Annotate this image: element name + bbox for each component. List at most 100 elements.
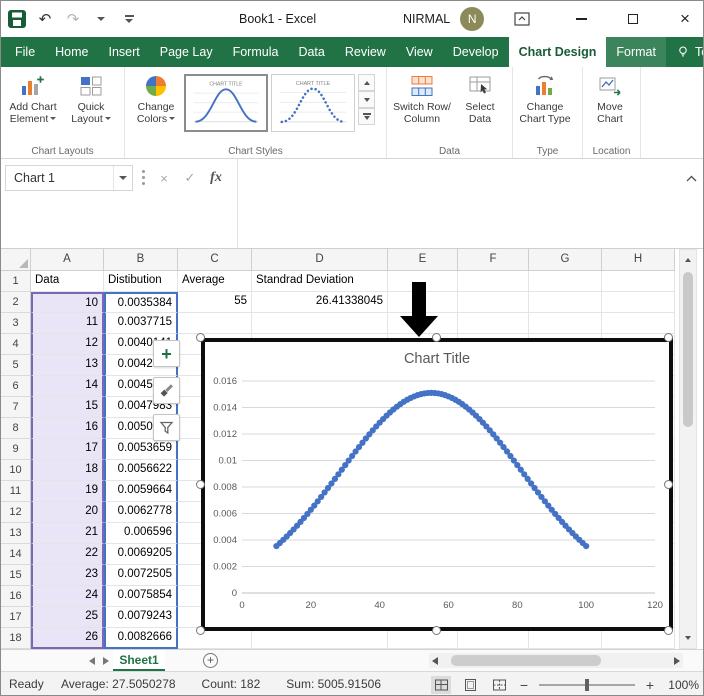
- cell-B10[interactable]: 0.0056622: [104, 460, 178, 481]
- cell-A7[interactable]: 15: [31, 397, 104, 418]
- row-header-9[interactable]: 9: [1, 439, 31, 460]
- cell-B9[interactable]: 0.0053659: [104, 439, 178, 460]
- cell-A10[interactable]: 18: [31, 460, 104, 481]
- cell-B11[interactable]: 0.0059664: [104, 481, 178, 502]
- row-header-1[interactable]: 1: [1, 271, 31, 292]
- collapse-formula-bar-button[interactable]: [684, 171, 698, 185]
- add-chart-element-button[interactable]: Add Chart Element: [4, 70, 62, 145]
- cell-A12[interactable]: 20: [31, 502, 104, 523]
- row-header-7[interactable]: 7: [1, 397, 31, 418]
- gallery-scroll-up-button[interactable]: [358, 74, 375, 91]
- cell-B18[interactable]: 0.0082666: [104, 628, 178, 649]
- cell-F3[interactable]: [458, 313, 529, 334]
- close-button[interactable]: ×: [665, 1, 704, 37]
- cell-A1[interactable]: Data: [31, 271, 104, 292]
- cell-A15[interactable]: 23: [31, 565, 104, 586]
- row-header-12[interactable]: 12: [1, 502, 31, 523]
- cell-A13[interactable]: 21: [31, 523, 104, 544]
- cell-E18[interactable]: [388, 628, 458, 649]
- cell-C1[interactable]: Average: [178, 271, 252, 292]
- insert-function-button[interactable]: fx: [205, 166, 227, 190]
- row-header-18[interactable]: 18: [1, 628, 31, 649]
- customize-quick-access-button[interactable]: [119, 9, 139, 29]
- enter-button[interactable]: ✓: [179, 166, 201, 190]
- normal-view-button[interactable]: [431, 676, 451, 694]
- cell-A16[interactable]: 24: [31, 586, 104, 607]
- cell-A17[interactable]: 25: [31, 607, 104, 628]
- name-box[interactable]: Chart 1: [5, 165, 133, 191]
- add-sheet-button[interactable]: +: [203, 653, 218, 668]
- row-header-3[interactable]: 3: [1, 313, 31, 334]
- vertical-scrollbar-thumb[interactable]: [683, 272, 693, 427]
- col-header-H[interactable]: H: [602, 249, 675, 271]
- minimize-button[interactable]: [561, 1, 601, 37]
- cell-D1[interactable]: Standrad Deviation: [252, 271, 388, 292]
- cell-H2[interactable]: [602, 292, 675, 313]
- row-header-14[interactable]: 14: [1, 544, 31, 565]
- gallery-more-button[interactable]: [358, 108, 375, 125]
- col-header-C[interactable]: C: [178, 249, 252, 271]
- sheet-tab-sheet1[interactable]: Sheet1: [113, 650, 165, 671]
- switch-row-column-button[interactable]: Switch Row/ Column: [390, 70, 454, 145]
- page-layout-view-button[interactable]: [460, 676, 480, 694]
- row-header-10[interactable]: 10: [1, 460, 31, 481]
- cancel-button[interactable]: ×: [153, 166, 175, 190]
- scroll-down-button[interactable]: [680, 630, 696, 646]
- cell-G1[interactable]: [529, 271, 602, 292]
- chart-resize-handle[interactable]: [432, 626, 441, 635]
- cell-A3[interactable]: 11: [31, 313, 104, 334]
- zoom-slider-thumb[interactable]: [585, 679, 589, 691]
- zoom-level[interactable]: 100%: [665, 678, 699, 692]
- row-header-8[interactable]: 8: [1, 418, 31, 439]
- redo-button[interactable]: ↷: [63, 9, 83, 29]
- col-header-A[interactable]: A: [31, 249, 104, 271]
- select-data-button[interactable]: Select Data: [454, 70, 506, 145]
- chart-resize-handle[interactable]: [196, 626, 205, 635]
- gallery-scroll-down-button[interactable]: [358, 91, 375, 108]
- chart[interactable]: Chart Title 00.0020.0040.0060.0080.010.0…: [201, 338, 673, 631]
- cell-B2[interactable]: 0.0035384: [104, 292, 178, 313]
- zoom-out-button[interactable]: −: [518, 677, 530, 693]
- cell-F2[interactable]: [458, 292, 529, 313]
- save-button[interactable]: [7, 9, 27, 29]
- row-header-11[interactable]: 11: [1, 481, 31, 502]
- cell-A2[interactable]: 10: [31, 292, 104, 313]
- tab-develop[interactable]: Develop: [443, 37, 509, 67]
- quick-layout-button[interactable]: Quick Layout: [62, 70, 120, 145]
- col-header-F[interactable]: F: [458, 249, 529, 271]
- row-header-2[interactable]: 2: [1, 292, 31, 313]
- cell-B13[interactable]: 0.006596: [104, 523, 178, 544]
- chart-elements-button[interactable]: +: [153, 340, 180, 367]
- cell-B17[interactable]: 0.0079243: [104, 607, 178, 628]
- col-header-E[interactable]: E: [388, 249, 458, 271]
- avatar[interactable]: N: [460, 7, 484, 31]
- tab-data[interactable]: Data: [288, 37, 334, 67]
- cell-B12[interactable]: 0.0062778: [104, 502, 178, 523]
- col-header-D[interactable]: D: [252, 249, 388, 271]
- tab-tell-me[interactable]: Tell me: [666, 37, 704, 67]
- tab-file[interactable]: File: [5, 37, 45, 67]
- name-box-dropdown[interactable]: [113, 166, 132, 190]
- undo-dropdown[interactable]: [91, 9, 111, 29]
- row-header-17[interactable]: 17: [1, 607, 31, 628]
- change-chart-type-button[interactable]: Change Chart Type: [516, 70, 574, 145]
- sheet-nav-right-button[interactable]: [103, 657, 109, 665]
- chart-plot[interactable]: 00.0020.0040.0060.0080.010.0120.0140.016…: [212, 375, 664, 621]
- chart-resize-handle[interactable]: [664, 333, 673, 342]
- ribbon-display-options-button[interactable]: [505, 1, 539, 37]
- scroll-left-button[interactable]: [432, 657, 438, 665]
- cell-C2[interactable]: 55: [178, 292, 252, 313]
- row-header-16[interactable]: 16: [1, 586, 31, 607]
- row-header-13[interactable]: 13: [1, 523, 31, 544]
- tab-chart-design[interactable]: Chart Design: [509, 37, 607, 67]
- tab-formula[interactable]: Formula: [223, 37, 289, 67]
- horizontal-scrollbar[interactable]: [429, 653, 683, 668]
- chart-resize-handle[interactable]: [664, 626, 673, 635]
- formula-input[interactable]: [238, 159, 681, 248]
- tab-view[interactable]: View: [396, 37, 443, 67]
- cell-A11[interactable]: 19: [31, 481, 104, 502]
- scroll-up-button[interactable]: [680, 252, 696, 268]
- cell-D3[interactable]: [252, 313, 388, 334]
- maximize-button[interactable]: [613, 1, 653, 37]
- cell-F18[interactable]: [458, 628, 529, 649]
